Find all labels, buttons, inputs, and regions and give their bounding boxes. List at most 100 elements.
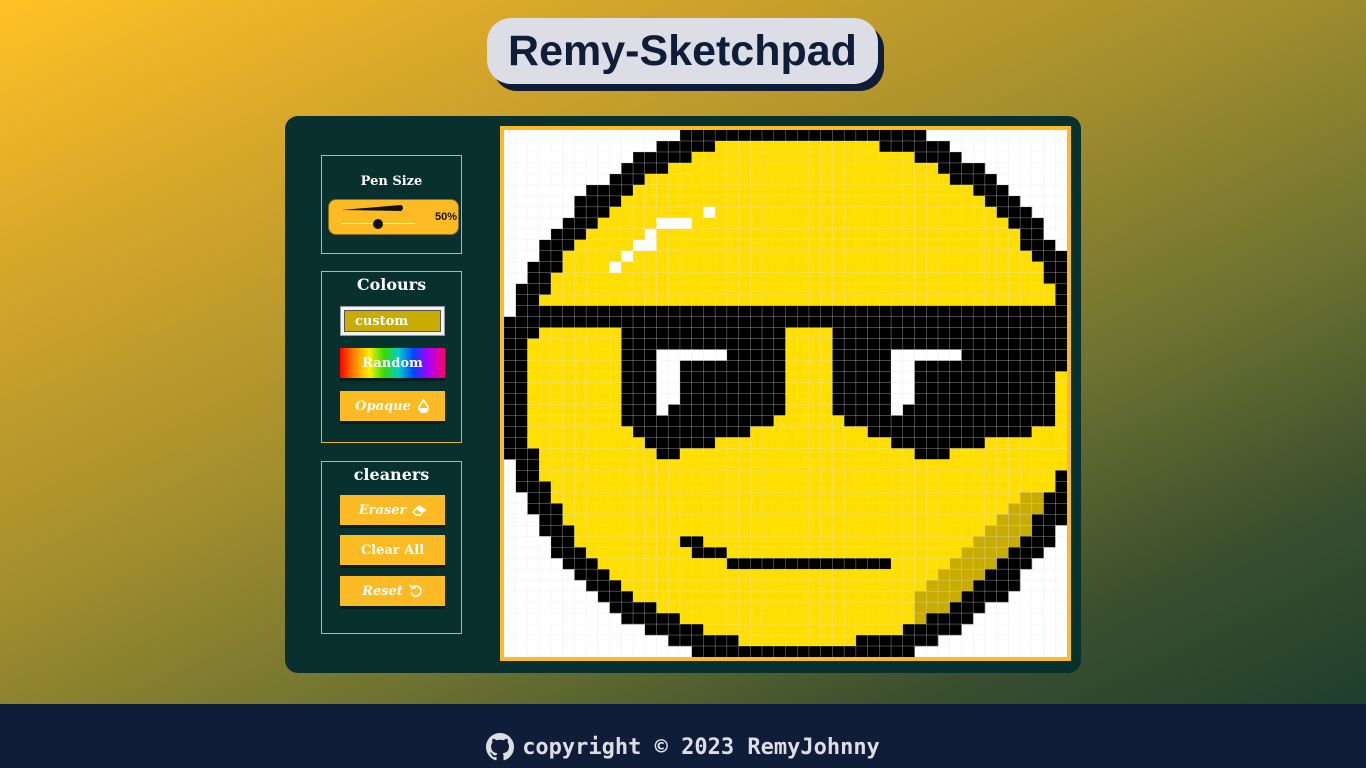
pixel-cell[interactable]: [703, 481, 716, 493]
pixel-cell[interactable]: [961, 360, 974, 372]
pixel-cell[interactable]: [703, 415, 716, 427]
pixel-cell[interactable]: [715, 646, 728, 658]
pixel-cell[interactable]: [797, 195, 810, 208]
pixel-cell[interactable]: [996, 481, 1009, 493]
pixel-cell[interactable]: [961, 195, 974, 208]
pixel-cell[interactable]: [832, 393, 845, 405]
pixel-cell[interactable]: [797, 404, 810, 416]
pixel-cell[interactable]: [844, 635, 857, 647]
pixel-cell[interactable]: [937, 426, 951, 438]
pixel-cell[interactable]: [621, 393, 634, 405]
pixel-cell[interactable]: [926, 415, 939, 427]
pixel-cell[interactable]: [926, 613, 939, 625]
pixel-cell[interactable]: [961, 525, 974, 537]
pixel-cell[interactable]: [609, 426, 622, 438]
pixel-cell[interactable]: [562, 349, 575, 361]
pixel-cell[interactable]: [691, 646, 704, 658]
pixel-cell[interactable]: [644, 514, 657, 526]
pixel-cell[interactable]: [726, 481, 739, 493]
pixel-cell[interactable]: [668, 195, 681, 208]
pixel-cell[interactable]: [550, 547, 563, 559]
pixel-cell[interactable]: [844, 305, 857, 317]
pixel-cell[interactable]: [984, 239, 997, 252]
pixel-cell[interactable]: [550, 503, 563, 515]
pixel-cell[interactable]: [879, 206, 892, 219]
pixel-cell[interactable]: [808, 162, 821, 175]
pixel-cell[interactable]: [984, 272, 997, 285]
pixel-cell[interactable]: [703, 558, 716, 570]
pixel-cell[interactable]: [984, 393, 997, 405]
pixel-cell[interactable]: [750, 569, 763, 581]
pixel-cell[interactable]: [773, 272, 786, 285]
pixel-cell[interactable]: [891, 130, 904, 142]
pixel-cell[interactable]: [844, 558, 857, 570]
pixel-cell[interactable]: [750, 382, 763, 394]
pixel-cell[interactable]: [539, 525, 552, 537]
pixel-cell[interactable]: [773, 426, 786, 438]
pixel-cell[interactable]: [574, 316, 587, 328]
pixel-cell[interactable]: [738, 140, 751, 153]
pixel-cell[interactable]: [738, 624, 751, 636]
pixel-cell[interactable]: [621, 448, 634, 460]
pixel-cell[interactable]: [891, 646, 904, 658]
pixel-cell[interactable]: [597, 437, 610, 449]
pixel-cell[interactable]: [996, 338, 1009, 350]
pixel-cell[interactable]: [832, 217, 845, 230]
pixel-cell[interactable]: [726, 525, 739, 537]
pixel-cell[interactable]: [656, 360, 669, 372]
pixel-cell[interactable]: [1031, 448, 1044, 460]
pixel-cell[interactable]: [984, 206, 997, 219]
pixel-cell[interactable]: [926, 294, 939, 306]
pixel-cell[interactable]: [867, 503, 880, 515]
pixel-cell[interactable]: [750, 371, 763, 383]
pixel-cell[interactable]: [539, 492, 552, 504]
pixel-cell[interactable]: [633, 162, 646, 175]
pixel-cell[interactable]: [867, 481, 880, 493]
pixel-cell[interactable]: [891, 569, 904, 581]
pixel-cell[interactable]: [973, 294, 986, 306]
pixel-cell[interactable]: [762, 404, 775, 416]
pixel-cell[interactable]: [808, 130, 821, 142]
pixel-cell[interactable]: [609, 371, 622, 383]
pixel-cell[interactable]: [633, 371, 646, 383]
pixel-cell[interactable]: [644, 437, 657, 449]
pixel-cell[interactable]: [902, 525, 915, 537]
pixel-cell[interactable]: [1055, 448, 1068, 460]
pixel-cell[interactable]: [668, 536, 681, 548]
pixel-cell[interactable]: [750, 184, 763, 197]
pixel-cell[interactable]: [738, 360, 751, 372]
pixel-cell[interactable]: [762, 239, 775, 252]
pixel-cell[interactable]: [949, 151, 962, 164]
pixel-cell[interactable]: [586, 305, 599, 317]
pixel-cell[interactable]: [773, 151, 786, 164]
pixel-cell[interactable]: [902, 558, 915, 570]
pixel-cell[interactable]: [726, 646, 739, 658]
pixel-cell[interactable]: [949, 305, 962, 317]
pixel-cell[interactable]: [797, 283, 810, 295]
pixel-cell[interactable]: [668, 382, 681, 394]
pixel-cell[interactable]: [539, 459, 552, 471]
pixel-cell[interactable]: [633, 547, 646, 559]
pixel-cell[interactable]: [1008, 283, 1021, 295]
pixel-cell[interactable]: [621, 283, 634, 295]
pixel-cell[interactable]: [574, 536, 587, 548]
pixel-cell[interactable]: [891, 503, 904, 515]
pixel-cell[interactable]: [1043, 327, 1056, 339]
pixel-cell[interactable]: [1043, 459, 1056, 471]
pixel-cell[interactable]: [715, 448, 728, 460]
pixel-cell[interactable]: [679, 635, 692, 647]
pixel-cell[interactable]: [926, 470, 939, 482]
pixel-cell[interactable]: [527, 481, 540, 493]
pixel-cell[interactable]: [762, 613, 775, 625]
pixel-cell[interactable]: [726, 459, 739, 471]
pixel-cell[interactable]: [668, 162, 681, 175]
pixel-cell[interactable]: [715, 184, 728, 197]
pixel-cell[interactable]: [539, 404, 552, 416]
pixel-cell[interactable]: [668, 448, 681, 460]
pixel-cell[interactable]: [797, 173, 810, 186]
pixel-cell[interactable]: [504, 349, 517, 361]
pixel-cell[interactable]: [527, 305, 540, 317]
pixel-cell[interactable]: [691, 206, 704, 219]
pixel-cell[interactable]: [832, 272, 845, 285]
pixel-cell[interactable]: [574, 272, 587, 285]
